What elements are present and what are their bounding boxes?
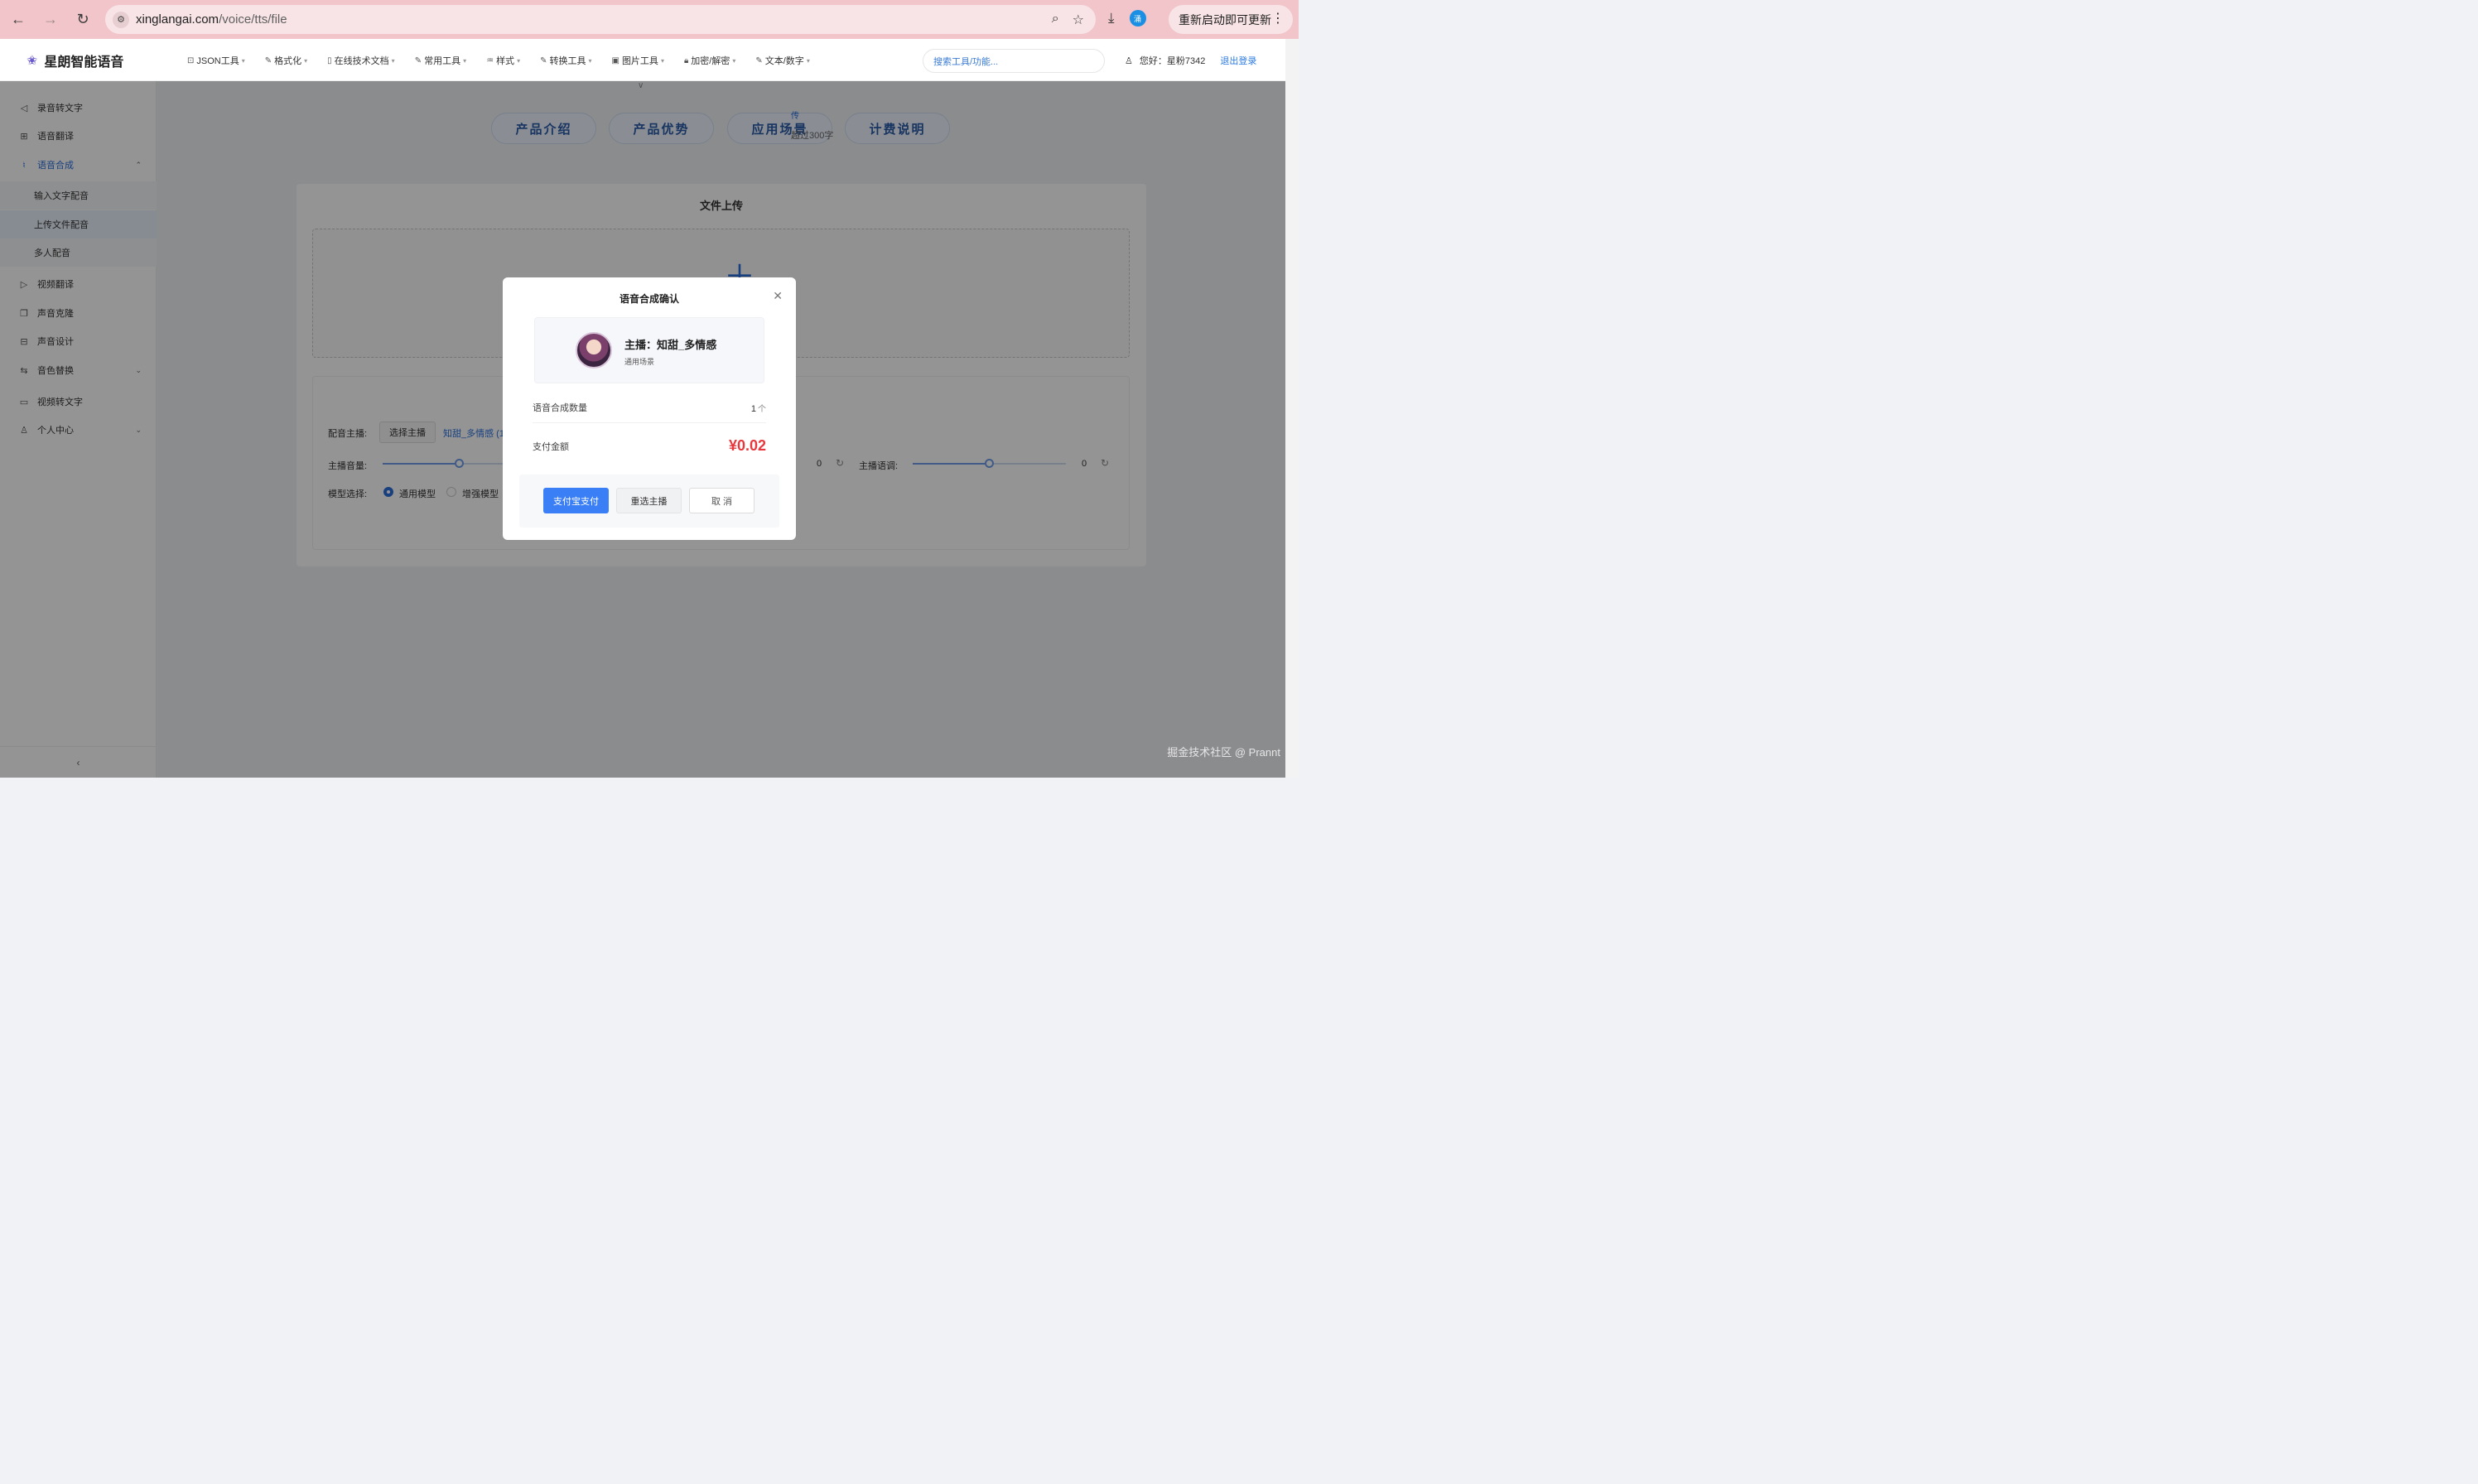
dialog-footer: 支付宝支付 重选主播 取 消 — [519, 475, 779, 528]
anchor-name: 主播：知甜_多情感 — [624, 339, 717, 351]
kebab-menu-icon[interactable]: ⋮ — [1271, 10, 1285, 26]
menu-json-tools[interactable]: ⊡ JSON工具 ▾ — [187, 54, 245, 67]
url-text: xinglangai.com/voice/tts/file — [136, 12, 287, 26]
chevron-down-icon: ▾ — [588, 56, 592, 65]
count-value: 1个 — [750, 403, 766, 414]
edit-icon: ✎ — [414, 55, 422, 65]
extension-badge[interactable]: 涌 — [1129, 10, 1146, 26]
payment-amount: ¥0.02 — [728, 437, 766, 454]
chevron-down-icon: ▾ — [660, 56, 664, 65]
search-input[interactable]: 搜索工具/功能... — [923, 49, 1105, 73]
top-menu: ⊡ JSON工具 ▾ ✎ 格式化 ▾ ▯ 在线技术文档 ▾ ✎ 常用工具 ▾ ♒ 样式 ▾ ✎ 转换工… — [187, 54, 830, 67]
user-greeting: 您好：星粉7342 — [1139, 56, 1206, 66]
chevron-down-icon: ▾ — [304, 56, 308, 65]
avatar — [576, 332, 612, 369]
address-bar[interactable]: ⚙ xinglangai.com/voice/tts/file ⌕ ☆ — [105, 5, 1096, 34]
chevron-down-icon: ▾ — [806, 56, 810, 65]
paint-icon: ♒ — [486, 55, 494, 65]
update-label: 重新启动即可更新 — [1179, 12, 1271, 26]
user-area: ♙ 您好：星粉7342 退出登录 — [1125, 54, 1256, 67]
chevron-down-icon: ▾ — [463, 56, 467, 65]
bookmark-star-icon[interactable]: ☆ — [1073, 12, 1084, 28]
scrollbar[interactable] — [1285, 39, 1299, 778]
edit-icon: ✎ — [755, 55, 763, 65]
lock-icon: 🔒︎ — [683, 55, 689, 65]
menu-encrypt[interactable]: 🔒︎ 加密/解密 ▾ — [684, 54, 735, 67]
synthesis-confirm-dialog: 语音合成确认 ✕ 主播：知甜_多情感 通用场景 语音合成数量 1个 支付金额 ¥… — [503, 277, 796, 540]
chevron-down-icon: ▾ — [517, 56, 521, 65]
menu-text-number[interactable]: ✎ 文本/数字 ▾ — [755, 54, 809, 67]
edit-icon: ✎ — [264, 55, 272, 65]
chevron-down-icon: ▾ — [391, 56, 395, 65]
zoom-icon[interactable]: ⌕ — [1052, 12, 1059, 28]
logo-text: 星朗智能语音 — [44, 55, 124, 70]
update-button[interactable]: 重新启动即可更新 ⋮ — [1169, 5, 1293, 34]
logout-link[interactable]: 退出登录 — [1220, 54, 1256, 67]
document-icon: ▯ — [327, 55, 332, 65]
count-row: 语音合成数量 1个 — [533, 401, 766, 423]
watermark: 掘金技术社区 @ Prannt — [1167, 746, 1280, 759]
reselect-anchor-button[interactable]: 重选主播 — [616, 488, 682, 513]
app-header: ✬ 星朗智能语音 ⊡ JSON工具 ▾ ✎ 格式化 ▾ ▯ 在线技术文档 ▾ ✎ 常用工具 ▾ … — [0, 39, 1285, 81]
payment-row: 支付金额 ¥0.02 — [533, 437, 766, 455]
menu-image-tools[interactable]: ▣ 图片工具 ▾ — [611, 54, 663, 67]
menu-convert-tools[interactable]: ✎ 转换工具 ▾ — [540, 54, 591, 67]
count-label: 语音合成数量 — [533, 403, 587, 413]
menu-style[interactable]: ♒ 样式 ▾ — [486, 54, 520, 67]
user-icon: ♙ — [1125, 55, 1133, 66]
image-icon: ▣ — [611, 55, 620, 65]
close-icon[interactable]: ✕ — [773, 289, 783, 303]
logo[interactable]: ✬ 星朗智能语音 — [27, 51, 123, 70]
chevron-down-icon: ▾ — [732, 56, 736, 65]
chevron-down-icon: ▾ — [241, 56, 245, 65]
cancel-button[interactable]: 取 消 — [689, 488, 754, 513]
menu-format[interactable]: ✎ 格式化 ▾ — [265, 54, 307, 67]
star-logo-icon: ✬ — [27, 54, 38, 68]
terminal-icon: ⊡ — [187, 55, 195, 65]
site-settings-icon[interactable]: ⚙ — [113, 11, 129, 28]
back-arrow-icon[interactable]: ← — [4, 6, 32, 34]
download-icon[interactable]: ⤓ — [1108, 10, 1115, 26]
edit-icon: ✎ — [540, 55, 547, 65]
dialog-title: 语音合成确认 — [619, 293, 679, 305]
forward-arrow-icon[interactable]: → — [36, 6, 65, 34]
reload-icon[interactable]: ↻ — [69, 6, 97, 34]
anchor-scene: 通用场景 — [624, 358, 655, 366]
menu-tech-docs[interactable]: ▯ 在线技术文档 ▾ — [327, 54, 395, 67]
anchor-info-card: 主播：知甜_多情感 通用场景 — [534, 317, 764, 383]
alipay-pay-button[interactable]: 支付宝支付 — [543, 488, 609, 513]
menu-common-tools[interactable]: ✎ 常用工具 ▾ — [415, 54, 466, 67]
payment-label: 支付金额 — [533, 441, 569, 452]
